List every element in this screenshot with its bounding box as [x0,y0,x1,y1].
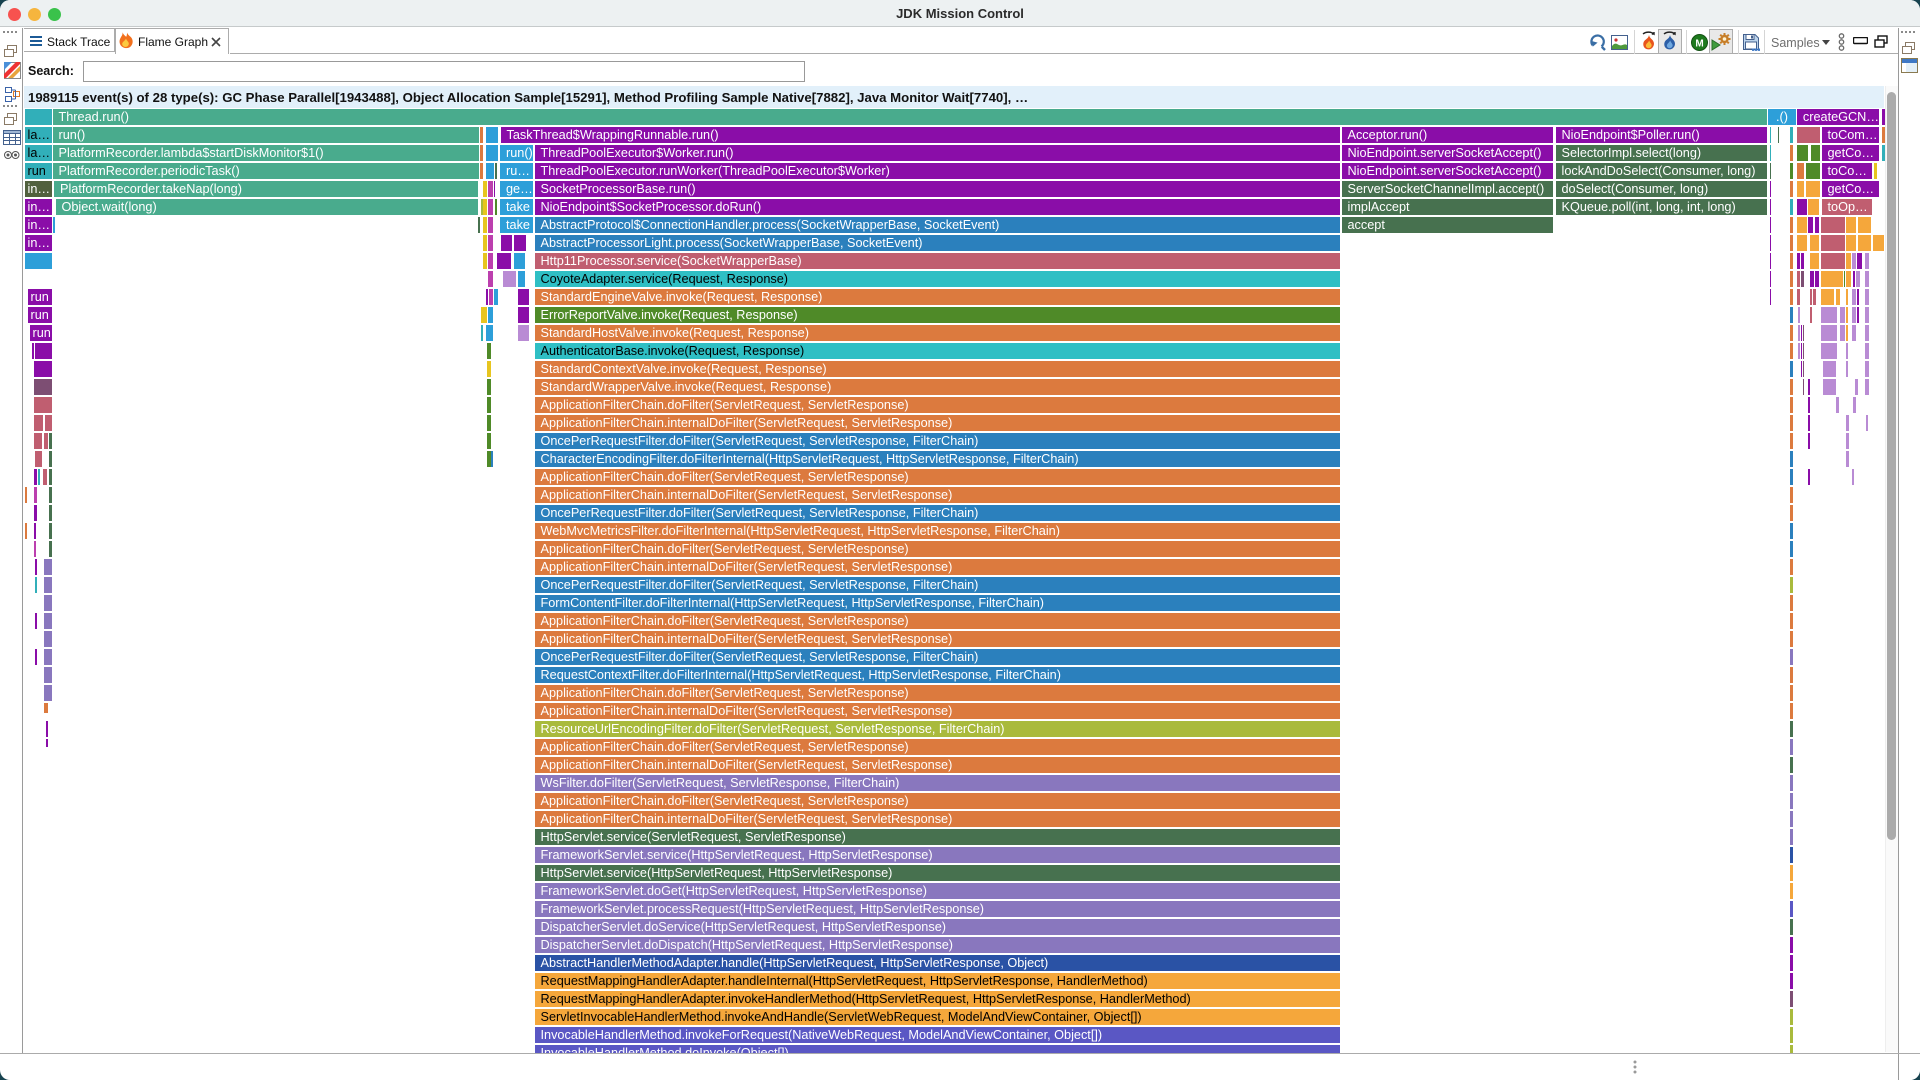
svg-text:M: M [1695,39,1703,50]
